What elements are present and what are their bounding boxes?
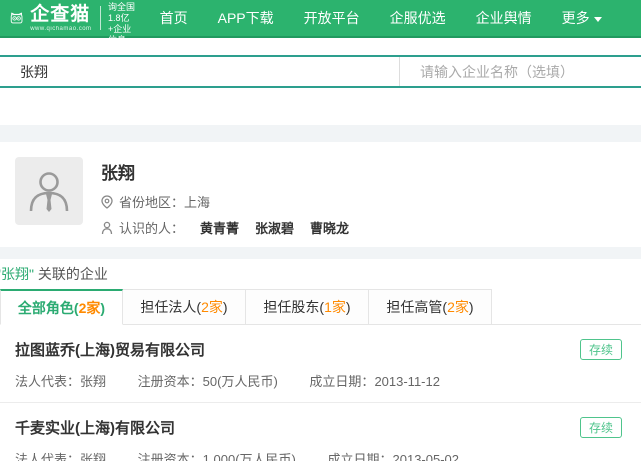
tab-executive[interactable]: 担任高管(2家) [369, 289, 492, 324]
person-icon [101, 221, 113, 235]
person-profile-card: 张翔 省份地区： 上海 认识的人： 黄青菁 张淑碧 曹晓龙 [0, 142, 641, 247]
tab-all-roles[interactable]: 全部角色(2家) [0, 289, 123, 325]
section-divider [0, 247, 641, 259]
location-pin-icon [101, 194, 113, 209]
section-divider [0, 125, 641, 142]
nav-item-more[interactable]: 更多 [562, 8, 602, 28]
nav-item-services[interactable]: 企服优选 [390, 8, 446, 28]
site-name: 企查猫 [30, 3, 91, 25]
region-label: 省份地区： [119, 195, 185, 210]
search-section [0, 55, 641, 125]
avatar [15, 157, 83, 225]
company-name-link[interactable]: 千麦实业(上海)有限公司 [15, 417, 175, 438]
company-row: 拉图蓝乔(上海)贸易有限公司 存续 法人代表：张翔 注册资本：50(万人民币) … [0, 325, 641, 403]
status-badge: 存续 [579, 417, 622, 438]
person-name: 张翔 [101, 164, 135, 183]
status-badge: 存续 [579, 339, 622, 360]
legal-rep: 法人代表：张翔 [15, 452, 107, 461]
tab-shareholder[interactable]: 担任股东(1家) [246, 289, 369, 324]
region-row: 省份地区： 上海 [101, 192, 349, 211]
chevron-down-icon [593, 16, 602, 22]
tagline-line2: 1.8亿+企业信息 [108, 12, 132, 45]
title-keyword: "张翔" [0, 266, 34, 282]
search-box [0, 55, 641, 88]
company-row: 千麦实业(上海)有限公司 存续 法人代表：张翔 注册资本：1,000(万人民币)… [0, 403, 641, 461]
contact-link[interactable]: 曹晓龙 [310, 218, 349, 237]
company-name-input[interactable] [400, 57, 641, 86]
registered-capital: 注册资本：1,000(万人民币) [137, 452, 296, 461]
nav-item-sentiment[interactable]: 企业舆情 [476, 8, 532, 28]
role-tabs: 全部角色(2家) 担任法人(2家) 担任股东(1家) 担任高管(2家) [0, 289, 641, 325]
founded-date: 成立日期：2013-11-12 [309, 374, 440, 389]
site-logo[interactable]: 企查猫 www.qichamao.com 一键查询全国 1.8亿+企业信息 [10, 0, 138, 46]
nav-item-app-download[interactable]: APP下载 [218, 8, 274, 28]
main-nav: 首页 APP下载 开放平台 企服优选 企业舆情 更多 [160, 8, 632, 28]
tagline-line1: 一键查询全国 [108, 0, 136, 12]
site-url: www.qichamao.com [30, 25, 92, 32]
contacts-row: 认识的人： 黄青菁 张淑碧 曹晓龙 [101, 218, 349, 237]
contacts-label: 认识的人： [119, 221, 185, 236]
registered-capital: 注册资本：50(万人民币) [137, 374, 278, 389]
region-value: 上海 [184, 195, 211, 210]
founded-date: 成立日期：2013-05-02 [327, 452, 460, 461]
legal-rep: 法人代表：张翔 [15, 374, 107, 389]
title-rest: 关联的企业 [33, 266, 108, 282]
cat-logo-icon [10, 12, 23, 24]
nav-item-open-platform[interactable]: 开放平台 [304, 8, 360, 28]
person-avatar-icon [29, 172, 69, 212]
nav-item-home[interactable]: 首页 [160, 8, 188, 28]
company-name-link[interactable]: 拉图蓝乔(上海)贸易有限公司 [15, 339, 205, 360]
related-companies-title: "张翔" 关联的企业 [0, 259, 641, 289]
top-navbar: 企查猫 www.qichamao.com 一键查询全国 1.8亿+企业信息 首页… [0, 0, 641, 45]
person-search-input[interactable] [0, 57, 399, 86]
tab-legal-rep[interactable]: 担任法人(2家) [123, 289, 246, 324]
contact-link[interactable]: 黄青菁 [200, 218, 239, 237]
contact-link[interactable]: 张淑碧 [255, 218, 294, 237]
